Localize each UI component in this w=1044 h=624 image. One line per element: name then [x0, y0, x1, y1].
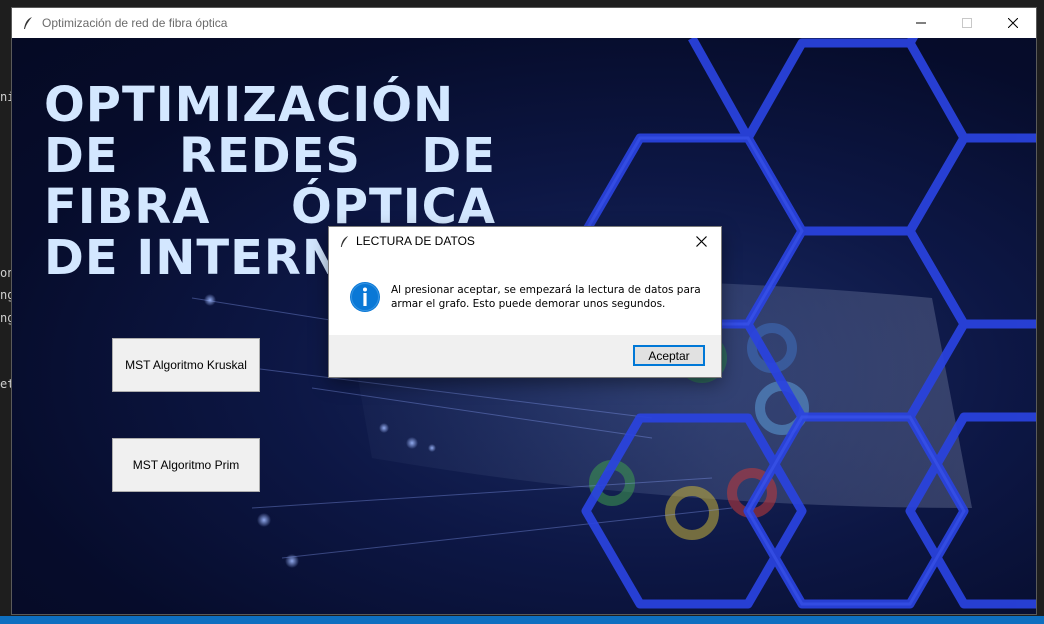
maximize-button[interactable] [944, 8, 990, 38]
title-line-3: FIBRA ÓPTICA [44, 182, 496, 233]
dialog-message: Al presionar aceptar, se empezará la lec… [391, 283, 707, 311]
minimize-icon [916, 22, 926, 24]
info-dialog: LECTURA DE DATOS Al presionar aceptar, s… [329, 227, 721, 377]
dialog-body: Al presionar aceptar, se empezará la lec… [329, 255, 721, 335]
dialog-title: LECTURA DE DATOS [356, 234, 475, 248]
close-icon [695, 235, 707, 247]
close-button[interactable] [990, 8, 1036, 38]
dialog-footer: Aceptar [329, 335, 721, 377]
info-icon [350, 282, 380, 312]
title-word: DE [44, 128, 119, 184]
maximize-icon [962, 18, 972, 28]
title-word: DE [421, 128, 496, 184]
feather-icon [340, 235, 349, 247]
title-word: FIBRA [44, 179, 211, 235]
title-word: ÓPTICA [291, 179, 496, 235]
window-titlebar[interactable]: Optimización de red de fibra óptica [12, 8, 1036, 38]
close-icon [1008, 18, 1018, 28]
dialog-close-button[interactable] [687, 227, 715, 255]
dialog-titlebar[interactable]: LECTURA DE DATOS [329, 227, 721, 255]
accept-button[interactable]: Aceptar [633, 345, 705, 366]
minimize-button[interactable] [898, 8, 944, 38]
feather-icon [24, 17, 32, 29]
dialog-message-line: Al presionar aceptar, se empezará la lec… [391, 284, 701, 296]
window-title: Optimización de red de fibra óptica [42, 16, 228, 30]
prim-button[interactable]: MST Algoritmo Prim [112, 438, 260, 492]
kruskal-button[interactable]: MST Algoritmo Kruskal [112, 338, 260, 392]
taskbar [0, 616, 1044, 624]
title-word: REDES [179, 128, 361, 184]
title-line-2: DE REDES DE [44, 131, 496, 182]
dialog-message-line: armar el grafo. Esto puede demorar unos … [391, 298, 666, 310]
title-line-1: OPTIMIZACIÓN [44, 77, 455, 133]
